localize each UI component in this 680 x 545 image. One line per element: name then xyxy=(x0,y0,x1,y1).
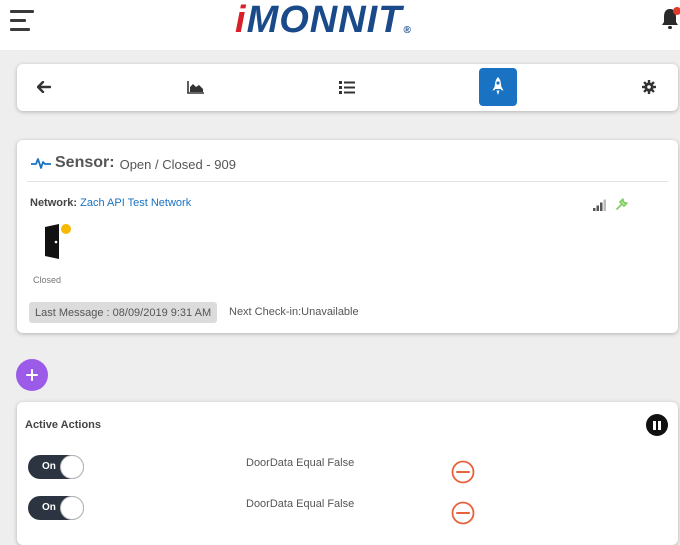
remove-action-button[interactable] xyxy=(451,460,475,484)
sensor-nav-bar xyxy=(17,64,678,111)
next-checkin-text: Next Check-in:Unavailable xyxy=(229,306,359,318)
list-view-button[interactable] xyxy=(328,68,366,106)
back-arrow-icon xyxy=(37,81,51,93)
list-icon xyxy=(339,80,355,94)
active-actions-title: Active Actions xyxy=(25,419,102,431)
notification-bell-icon[interactable] xyxy=(660,6,680,32)
chart-view-button[interactable] xyxy=(177,68,215,106)
last-message-badge: Last Message : 08/09/2019 9:31 AM xyxy=(29,302,218,323)
action-description: DoorData Equal False xyxy=(246,457,355,469)
monnit-logo: i MONNIT ® xyxy=(235,0,412,41)
sensor-name: Open / Closed - 909 xyxy=(119,156,236,172)
plus-icon xyxy=(26,369,38,381)
status-indicator xyxy=(61,224,71,234)
minus-circle-icon xyxy=(451,501,475,525)
pause-icon xyxy=(652,420,662,430)
area-chart-icon xyxy=(187,81,204,94)
gear-icon xyxy=(642,80,656,94)
door-state-label: Closed xyxy=(33,275,62,285)
rocket-icon xyxy=(492,77,504,95)
top-bar: i MONNIT ® xyxy=(0,0,680,50)
settings-button[interactable] xyxy=(630,68,668,106)
minus-circle-icon xyxy=(451,460,475,484)
toggle-label: On xyxy=(42,461,56,472)
add-action-button[interactable] xyxy=(16,359,48,391)
active-actions-card: Active Actions On DoorData Equal False O… xyxy=(17,402,678,545)
network-link[interactable]: Zach API Test Network xyxy=(80,197,191,209)
sensor-label: Sensor: xyxy=(55,154,115,171)
battery-plug-icon xyxy=(615,197,629,216)
divider xyxy=(27,181,668,182)
network-row: Network: Zach API Test Network xyxy=(30,197,191,209)
pause-actions-button[interactable] xyxy=(646,414,668,436)
toggle-knob xyxy=(60,455,84,479)
toggle-knob xyxy=(60,496,84,520)
action-toggle[interactable]: On xyxy=(28,496,84,520)
pulse-icon xyxy=(31,158,51,169)
hamburger-menu-icon[interactable] xyxy=(10,10,34,32)
action-toggle[interactable]: On xyxy=(28,455,84,479)
signal-strength-icon xyxy=(593,198,607,216)
sensor-card: Sensor: Open / Closed - 909 Network: Zac… xyxy=(17,140,678,333)
door-closed-icon xyxy=(43,223,63,264)
toggle-label: On xyxy=(42,502,56,513)
remove-action-button[interactable] xyxy=(451,501,475,525)
actions-view-button[interactable] xyxy=(479,68,517,106)
action-description: DoorData Equal False xyxy=(246,498,355,510)
back-button[interactable] xyxy=(25,68,63,106)
network-label: Network: xyxy=(30,197,78,209)
sensor-header: Sensor: Open / Closed - 909 xyxy=(31,154,236,172)
